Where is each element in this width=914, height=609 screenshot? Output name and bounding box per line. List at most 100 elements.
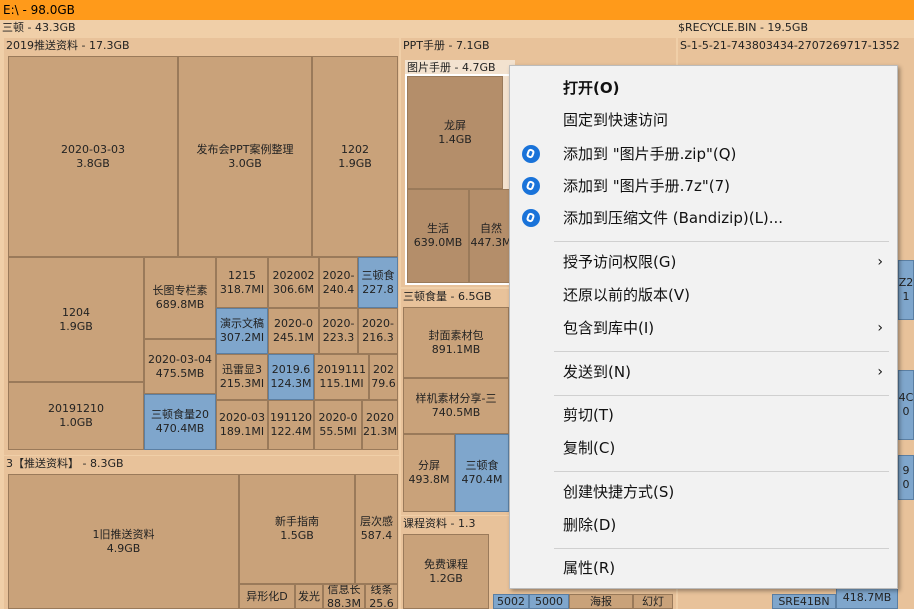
tile-t26[interactable]: 新手指南 1.5GB [239, 474, 355, 584]
tile-size: 1 [902, 290, 910, 303]
group-ppt-label: PPT手册 - 7.1GB [403, 39, 490, 52]
tile-t45[interactable]: SRE41BN [772, 594, 836, 609]
tile-t46[interactable]: Z2 1 [898, 260, 914, 320]
tile-t24[interactable]: 2020 21.3M [362, 400, 398, 450]
menu-item-open[interactable]: 打开(O) [510, 73, 897, 103]
tile-t19[interactable]: 20191210 1.0GB [8, 382, 144, 450]
menu-item-delete[interactable]: 删除(D) [510, 510, 897, 540]
tile-t47[interactable]: 4C 0 [898, 370, 914, 440]
tile-size: 240.4 [322, 282, 355, 296]
tile-t13[interactable]: 2020- 216.3 [358, 308, 398, 354]
menu-item-restore-versions[interactable]: 还原以前的版本(V) [510, 280, 897, 310]
tile-name: 层次感 [360, 515, 393, 528]
tile-name: 新手指南 [275, 515, 319, 528]
menu-item-label: 属性(R) [563, 559, 616, 577]
tile-t15[interactable]: 迅雷显3 215.3MI [216, 354, 268, 400]
menu-item-add-archive[interactable]: 添加到压缩文件 (Bandizip)(L)... [510, 203, 897, 233]
tile-name: 海报 [590, 594, 612, 608]
tile-t21[interactable]: 2020-03 189.1MI [216, 400, 268, 450]
tile-t27[interactable]: 层次感 587.4 [355, 474, 398, 584]
tile-size: 891.1MB [431, 342, 481, 356]
bandizip-icon [522, 145, 540, 163]
tile-t36[interactable]: 样机素材分享-三 740.5MB [403, 378, 509, 434]
menu-item-label: 发送到(N) [563, 363, 631, 381]
tile-t38[interactable]: 三顿食 470.4M [455, 434, 509, 512]
tile-t11[interactable]: 2020-0 245.1M [268, 308, 319, 354]
tile-size: 470.4M [461, 473, 503, 486]
menu-item-copy[interactable]: 复制(C) [510, 433, 897, 463]
tile-name: 2020-0 [274, 317, 313, 330]
tile-name: 三顿食 [465, 459, 499, 472]
menu-item-label: 创建快捷方式(S) [563, 483, 675, 501]
tile-t41[interactable]: 5000 [529, 594, 569, 609]
tile-t8[interactable]: 2020- 240.4 [319, 257, 358, 308]
group-picture-book-label: 图片手册 - 4.7GB [407, 61, 496, 74]
tile-size: 245.1M [273, 331, 314, 344]
tile-t4[interactable]: 1204 1.9GB [8, 257, 144, 382]
tile-name: 1202 [341, 142, 369, 156]
tile-t48[interactable]: 90 [898, 455, 914, 500]
selection-outline [405, 74, 513, 285]
menu-item-create-shortcut[interactable]: 创建快捷方式(S) [510, 477, 897, 507]
menu-item-properties[interactable]: 属性(R) [510, 553, 897, 583]
tile-size: 124.3M [270, 377, 312, 390]
tile-t43[interactable]: 幻灯 [633, 594, 673, 609]
tile-name: 发光 [298, 589, 320, 603]
tile-t17[interactable]: 2019111 115.1MI [314, 354, 369, 400]
tile-t29[interactable]: 信息长 88.3M [323, 584, 365, 609]
tile-t6[interactable]: 1215 318.7MI [216, 257, 268, 308]
menu-separator [554, 471, 889, 472]
context-menu: 打开(O) 固定到快速访问 添加到 "图片手册.zip"(Q) 添加到 "图片手… [509, 65, 898, 589]
tile-t23[interactable]: 2020-0 55.5MI [314, 400, 362, 450]
tile-name: 样机素材分享-三 [415, 392, 497, 405]
tile-t22[interactable]: 191120 122.4M [268, 400, 314, 450]
tile-name: 418.7MB [842, 590, 892, 604]
menu-item-send-to[interactable]: 发送到(N) › [510, 357, 897, 387]
chevron-right-icon: › [877, 364, 883, 380]
tile-t12[interactable]: 2020- 223.3 [319, 308, 358, 354]
tile-t18[interactable]: 202 79.6 [369, 354, 398, 400]
tile-t39[interactable]: 免费课程 1.2GB [403, 534, 489, 609]
tile-size: 1.0GB [59, 416, 93, 429]
tile-name: 1215 [228, 268, 256, 282]
tile-t44[interactable]: 418.7MB [836, 586, 898, 609]
menu-item-label: 固定到快速访问 [563, 111, 669, 129]
menu-item-add-7z[interactable]: 添加到 "图片手册.7z"(7) [510, 171, 897, 201]
menu-item-grant-access[interactable]: 授予访问权限(G) › [510, 247, 897, 277]
tile-size: 493.8M [408, 473, 450, 486]
tile-t2[interactable]: 发布会PPT案例整理 3.0GB [178, 56, 312, 257]
tile-t35[interactable]: 封面素材包 891.1MB [403, 307, 509, 378]
menu-item-include-library[interactable]: 包含到库中(I) › [510, 313, 897, 343]
tile-t14[interactable]: 2020-03-04 475.5MB [144, 339, 216, 394]
menu-item-label: 包含到库中(I) [563, 319, 655, 337]
tile-t10[interactable]: 演示文稿 307.2MI [216, 308, 268, 354]
menu-item-add-zip[interactable]: 添加到 "图片手册.zip"(Q) [510, 139, 897, 169]
menu-item-label: 授予访问权限(G) [563, 253, 677, 271]
tile-t28[interactable]: 发光 [295, 584, 323, 609]
tile-size: 740.5MB [431, 406, 481, 419]
tile-t9[interactable]: 三顿食 227.8 [358, 257, 398, 308]
tile-size: 227.8 [362, 282, 394, 296]
tile-t40[interactable]: 5002 [493, 594, 529, 609]
tile-t30[interactable]: 线条 25.6 [365, 584, 398, 609]
tile-size: 55.5MI [319, 425, 357, 438]
tile-t3[interactable]: 1202 1.9GB [312, 56, 398, 257]
menu-item-pin-quick-access[interactable]: 固定到快速访问 [510, 105, 897, 135]
tile-t20[interactable]: 三顿食量20 470.4MB [144, 394, 216, 450]
tile-name: 9 [902, 463, 910, 477]
tile-t5[interactable]: 长图专栏素 689.8MB [144, 257, 216, 339]
tile-t7[interactable]: 202002 306.6M [268, 257, 319, 308]
tile-name: 1旧推送资料 [92, 527, 155, 541]
tile-t16[interactable]: 2019.6 124.3M [268, 354, 314, 400]
tile-size: 79.6 [371, 377, 396, 390]
tile-t42[interactable]: 海报 [569, 594, 633, 609]
tile-name: 202002 [272, 268, 315, 282]
tile-size: 1.9GB [59, 319, 93, 333]
tile-size: 587.4 [360, 529, 393, 542]
tile-t25[interactable]: 1旧推送资料 4.9GB [8, 474, 239, 609]
tile-name: 2020-03-03 [61, 142, 125, 156]
tile-t37[interactable]: 分屏 493.8M [403, 434, 455, 512]
tile-t1[interactable]: 2020-03-03 3.8GB [8, 56, 178, 257]
menu-item-cut[interactable]: 剪切(T) [510, 400, 897, 430]
tile-t31[interactable]: 异形化D [239, 584, 295, 609]
